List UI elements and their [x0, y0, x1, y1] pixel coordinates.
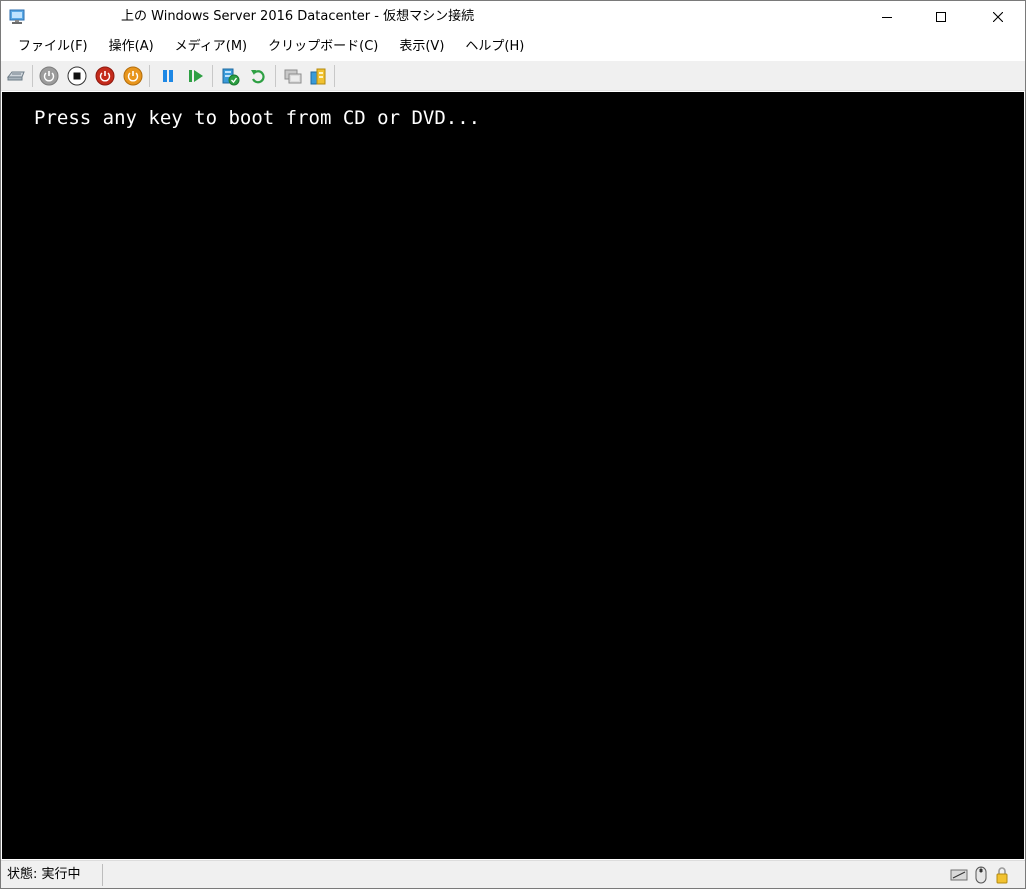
revert-icon: [251, 70, 265, 84]
menu-help[interactable]: ヘルプ(H): [457, 33, 532, 61]
menu-file[interactable]: ファイル(F): [10, 33, 96, 61]
enhanced-session-icon: [284, 69, 302, 84]
save-icon: [123, 66, 143, 86]
maximize-button[interactable]: [918, 1, 964, 33]
start-icon: [39, 66, 59, 86]
toolbar-separator: [275, 65, 276, 87]
toolbar-separator: [32, 65, 33, 87]
share-button[interactable]: [307, 65, 329, 87]
share-icon: [310, 68, 326, 85]
shut-down-icon: [95, 66, 115, 86]
status-bar: 状態: 実行中: [1, 860, 1025, 888]
ctrl-alt-del-icon: [6, 71, 25, 81]
lock-status-icon: [994, 866, 1010, 884]
status-separator: [102, 864, 103, 886]
checkpoint-icon: [222, 68, 240, 86]
vm-display[interactable]: Press any key to boot from CD or DVD...: [2, 92, 1024, 859]
revert-button[interactable]: [247, 65, 269, 87]
shut-down-button[interactable]: [94, 65, 116, 87]
vm-connection-app-icon[interactable]: [9, 9, 26, 25]
toolbar: [1, 61, 1025, 91]
toolbar-separator: [149, 65, 150, 87]
keyboard-status-icon: [949, 866, 969, 884]
resume-icon: [189, 70, 203, 82]
pause-icon: [163, 70, 173, 82]
menu-action[interactable]: 操作(A): [101, 33, 162, 61]
title-bar[interactable]: 上の Windows Server 2016 Datacenter - 仮想マシ…: [1, 1, 1025, 33]
start-button[interactable]: [38, 65, 60, 87]
boot-message: Press any key to boot from CD or DVD...: [34, 107, 481, 129]
turn-off-icon: [67, 66, 87, 86]
menu-clipboard[interactable]: クリップボード(C): [260, 33, 386, 61]
pause-button[interactable]: [157, 65, 179, 87]
toolbar-separator: [212, 65, 213, 87]
ctrl-alt-del-button[interactable]: [5, 65, 27, 87]
minimize-icon: [882, 17, 892, 18]
checkpoint-button[interactable]: [219, 65, 241, 87]
menu-bar: ファイル(F) 操作(A) メディア(M) クリップボード(C) 表示(V) ヘ…: [1, 33, 1025, 61]
menu-media[interactable]: メディア(M): [167, 33, 255, 61]
toolbar-separator: [334, 65, 335, 87]
vm-connection-window: 上の Windows Server 2016 Datacenter - 仮想マシ…: [0, 0, 1026, 889]
turn-off-button[interactable]: [66, 65, 88, 87]
mouse-status-icon: [973, 866, 989, 884]
resume-button[interactable]: [185, 65, 207, 87]
menu-view[interactable]: 表示(V): [391, 33, 452, 61]
save-button[interactable]: [122, 65, 144, 87]
close-icon: [993, 12, 1003, 22]
status-text: 状態: 実行中: [7, 867, 81, 882]
enhanced-session-button[interactable]: [282, 65, 304, 87]
maximize-icon: [936, 12, 946, 22]
window-title: 上の Windows Server 2016 Datacenter - 仮想マシ…: [121, 9, 475, 24]
close-button[interactable]: [975, 1, 1021, 33]
minimize-button[interactable]: [864, 1, 910, 33]
